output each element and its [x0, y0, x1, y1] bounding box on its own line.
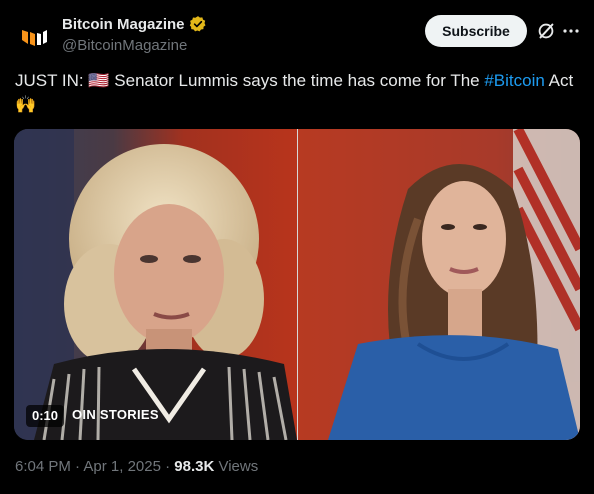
views-count: 98.3K — [174, 458, 215, 475]
verified-badge-icon[interactable] — [189, 15, 207, 33]
tweet-date[interactable]: Apr 1, 2025 — [83, 458, 161, 475]
tweet-time[interactable]: 6:04 PM — [15, 458, 71, 475]
hashtag-link[interactable]: #Bitcoin — [484, 71, 544, 90]
account-handle[interactable]: @BitcoinMagazine — [62, 37, 187, 54]
video-watermark: OIN STORIES — [72, 407, 159, 422]
tweet-body: Senator Lummis says the time has come fo… — [109, 71, 485, 90]
us-flag-emoji: 🇺🇸 — [88, 71, 110, 90]
video-panel-left — [14, 129, 297, 440]
subscribe-button[interactable]: Subscribe — [425, 15, 527, 47]
meta-separator: · — [70, 458, 84, 475]
video-player[interactable]: 0:10 OIN STORIES — [14, 129, 580, 440]
tweet-meta: 6:04 PM · Apr 1, 2025 · 98.3K Views — [15, 458, 258, 475]
video-frame-left-image — [14, 129, 297, 440]
grok-icon[interactable] — [535, 20, 557, 42]
video-panel-right — [298, 129, 580, 440]
tweet-prefix: JUST IN: — [15, 71, 89, 90]
bitcoin-magazine-logo-icon — [22, 30, 47, 46]
meta-separator: · — [160, 458, 175, 475]
account-name-row: Bitcoin Magazine — [62, 15, 207, 33]
tweet-body-end: Act — [544, 71, 574, 90]
video-frame-right-image — [298, 129, 580, 440]
video-timestamp: 0:10 — [26, 405, 65, 427]
more-icon[interactable] — [560, 20, 582, 42]
views-label: Views — [214, 458, 259, 475]
avatar[interactable] — [15, 17, 55, 57]
raised-hands-emoji: 🙌 — [15, 95, 37, 114]
tweet-text: JUST IN: 🇺🇸 Senator Lummis says the time… — [15, 69, 575, 117]
account-name[interactable]: Bitcoin Magazine — [62, 16, 185, 33]
